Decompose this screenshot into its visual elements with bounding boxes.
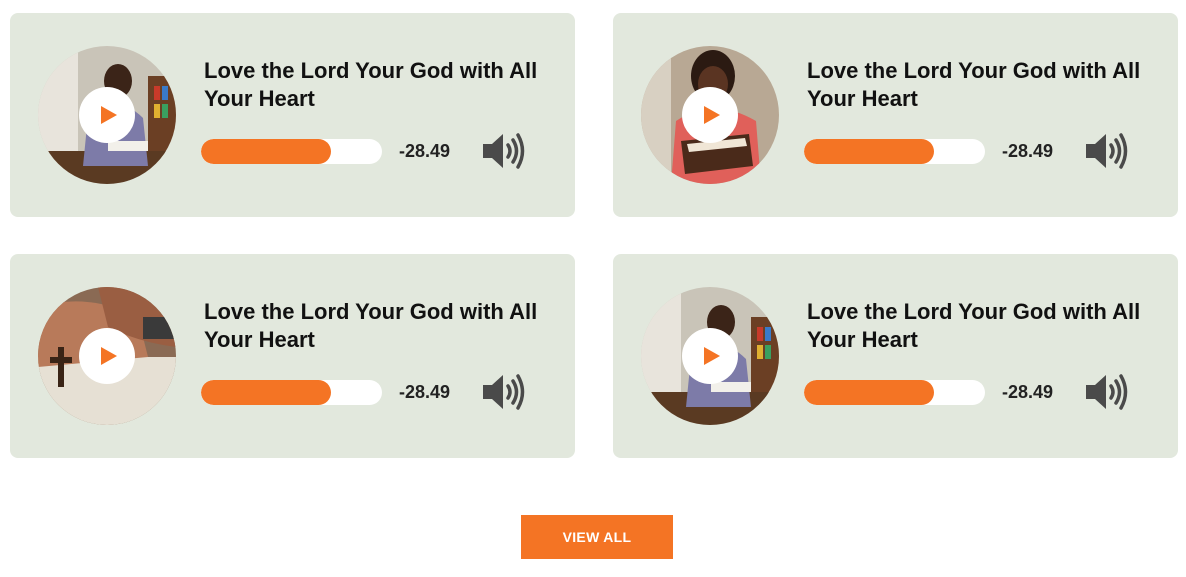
thumbnail-image	[38, 46, 176, 184]
speaker-volume-icon	[483, 374, 525, 410]
play-button[interactable]	[79, 328, 135, 384]
play-icon	[101, 347, 117, 365]
play-button[interactable]	[682, 328, 738, 384]
thumbnail-image	[641, 46, 779, 184]
audio-card: Love the Lord Your God with All Your Hea…	[10, 13, 575, 217]
progress-fill	[804, 380, 935, 405]
track-title: Love the Lord Your God with All Your Hea…	[204, 299, 538, 352]
time-remaining: -28.49	[399, 382, 451, 402]
volume-button[interactable]	[481, 372, 527, 412]
volume-button[interactable]	[481, 131, 527, 171]
track-title: Love the Lord Your God with All Your Hea…	[807, 58, 1141, 111]
speaker-volume-icon	[1086, 133, 1128, 169]
progress-bar[interactable]	[201, 380, 382, 405]
thumbnail-image	[38, 287, 176, 425]
track-title: Love the Lord Your God with All Your Hea…	[807, 299, 1141, 352]
play-button[interactable]	[682, 87, 738, 143]
progress-bar[interactable]	[804, 139, 985, 164]
audio-card: Love the Lord Your God with All Your Hea…	[10, 254, 575, 458]
volume-button[interactable]	[1084, 131, 1130, 171]
play-button[interactable]	[79, 87, 135, 143]
view-all-button[interactable]: VIEW ALL	[521, 515, 673, 559]
thumbnail-image	[641, 287, 779, 425]
progress-bar[interactable]	[201, 139, 382, 164]
progress-fill	[804, 139, 935, 164]
speaker-volume-icon	[483, 133, 525, 169]
speaker-volume-icon	[1086, 374, 1128, 410]
progress-bar[interactable]	[804, 380, 985, 405]
play-icon	[101, 106, 117, 124]
play-icon	[704, 106, 720, 124]
track-title: Love the Lord Your God with All Your Hea…	[204, 58, 538, 111]
volume-button[interactable]	[1084, 372, 1130, 412]
audio-card: Love the Lord Your God with All Your Hea…	[613, 13, 1178, 217]
time-remaining: -28.49	[1002, 382, 1054, 402]
progress-fill	[201, 380, 332, 405]
time-remaining: -28.49	[399, 141, 451, 161]
progress-fill	[201, 139, 332, 164]
audio-card: Love the Lord Your God with All Your Hea…	[613, 254, 1178, 458]
time-remaining: -28.49	[1002, 141, 1054, 161]
play-icon	[704, 347, 720, 365]
